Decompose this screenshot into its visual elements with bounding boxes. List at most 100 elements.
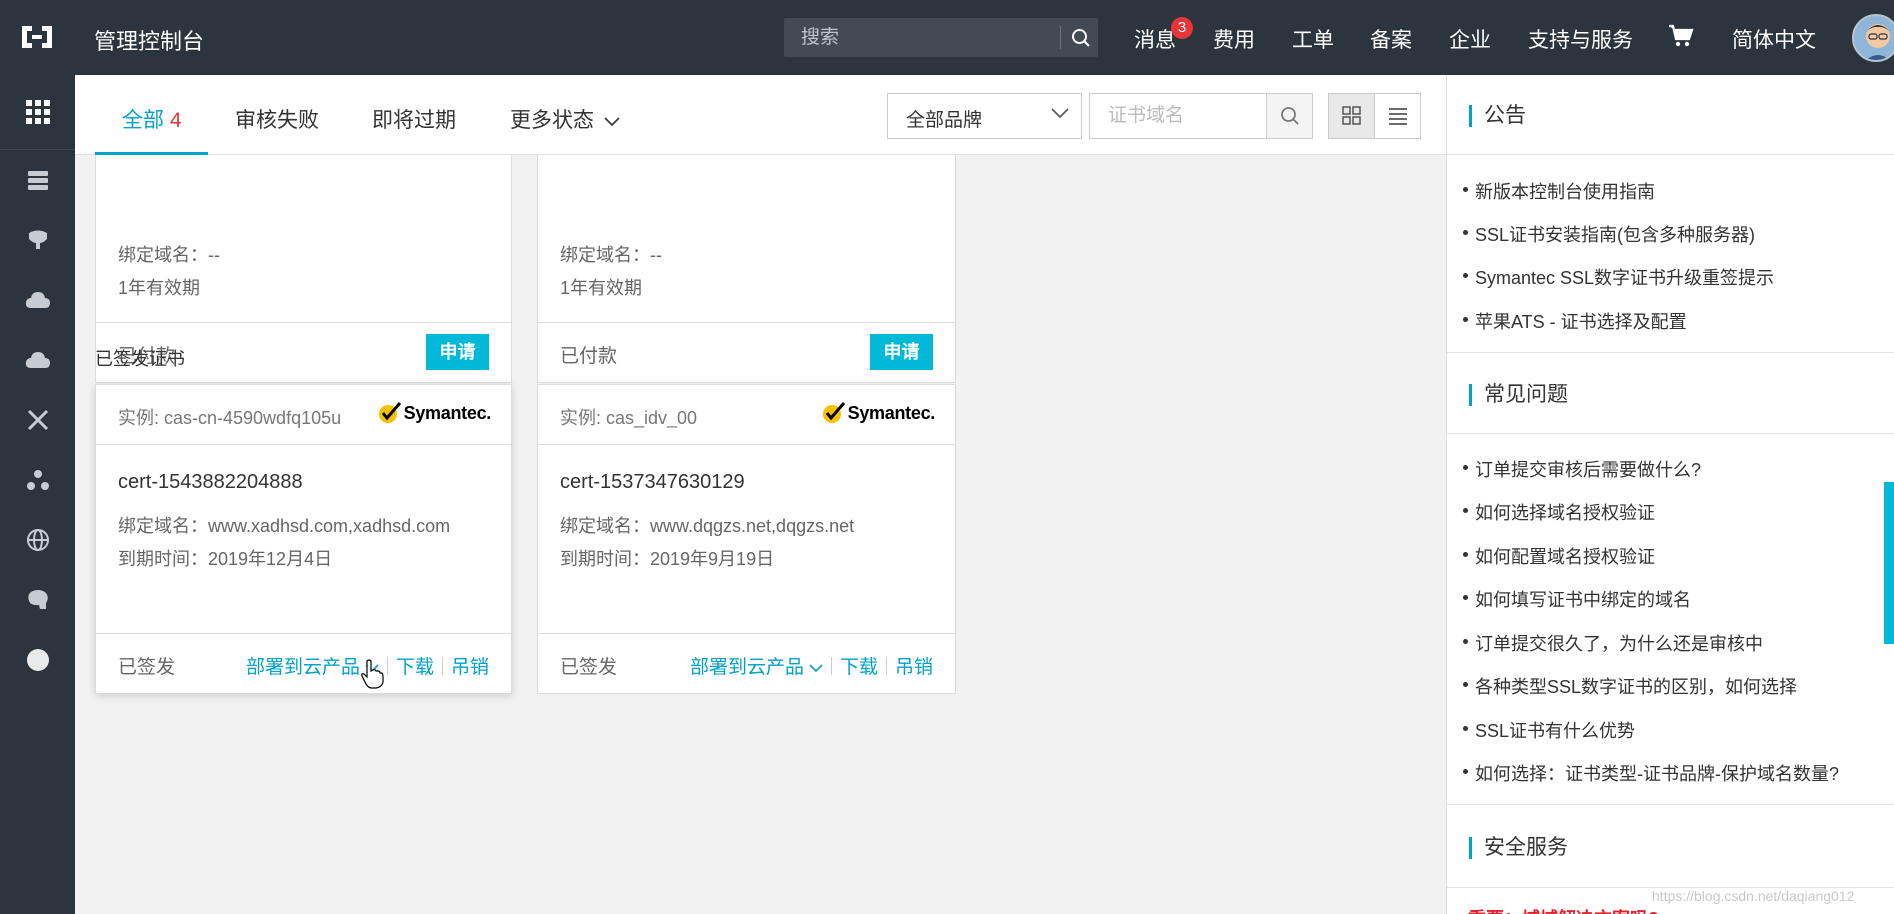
nav-tickets[interactable]: 工单 <box>1292 24 1334 54</box>
search-icon[interactable] <box>1064 18 1098 57</box>
action-divider <box>386 656 388 675</box>
deploy-to-cloud-link[interactable]: 部署到云产品 <box>690 652 823 679</box>
globe-icon[interactable] <box>24 526 52 554</box>
apply-button[interactable]: 申请 <box>870 334 933 370</box>
action-divider <box>885 656 887 675</box>
card-header: 实例: cas-cn-4590wdfq105u Symantec. <box>96 385 511 445</box>
faq-link[interactable]: 如何选择域名授权验证 <box>1463 499 1655 525</box>
aliyun-logo-icon[interactable] <box>18 22 56 52</box>
chevron-down-icon <box>1051 108 1069 119</box>
action-divider <box>441 656 443 675</box>
list-view-button[interactable] <box>1374 93 1421 139</box>
global-search <box>784 18 1098 57</box>
right-info-panel: 公告 新版本控制台使用指南 SSL证书安装指南(包含多种服务器) Symante… <box>1446 75 1894 914</box>
instance-id: 实例: cas-cn-4590wdfq105u <box>118 408 342 428</box>
card-footer: 已签发 部署到云产品 下载 吊销 <box>96 633 511 693</box>
chevron-down-icon <box>604 117 620 127</box>
announcement-link[interactable]: Symantec SSL数字证书升级重签提示 <box>1462 264 1774 290</box>
nav-enterprise[interactable]: 企业 <box>1449 24 1491 54</box>
announcements-title: 公告 <box>1469 105 1526 127</box>
filter-toolbar: 全部 4 审核失败 即将过期 更多状态 全部品牌 <box>75 75 1446 155</box>
issued-cert-card[interactable]: 实例: cas-cn-4590wdfq105u Symantec. cert-1… <box>95 384 512 694</box>
floating-feedback-tab[interactable] <box>1884 482 1894 644</box>
search-icon <box>1280 107 1299 125</box>
database-icon[interactable] <box>24 226 52 254</box>
nav-messages[interactable]: 消息 <box>1134 24 1176 54</box>
bound-domains: 绑定域名：www.dqgzs.net,dqgzs.net <box>560 516 855 536</box>
card-header: 实例: cas_idv_00 Symantec. <box>538 385 955 445</box>
faq-link[interactable]: 订单提交很久了，为什么还是审核中 <box>1463 630 1763 656</box>
announcement-link[interactable]: 苹果ATS - 证书选择及配置 <box>1463 308 1687 334</box>
faq-link[interactable]: 各种类型SSL数字证书的区别，如何选择 <box>1462 673 1797 699</box>
faq-link[interactable]: 如何填写证书中绑定的域名 <box>1463 586 1691 612</box>
left-sidebar <box>0 75 75 914</box>
faq-title: 常见问题 <box>1469 384 1568 406</box>
brand-select-value: 全部品牌 <box>906 110 983 131</box>
card-footer: 已签发 部署到云产品 下载 吊销 <box>538 633 955 693</box>
announcement-link[interactable]: SSL证书安装指南(包含多种服务器) <box>1462 221 1755 247</box>
top-bar: 管理控制台 消息 3 费用 工单 备案 企业 支持与服务 简体中文 <box>0 0 1894 75</box>
announcement-link[interactable]: 新版本控制台使用指南 <box>1463 178 1655 204</box>
download-link[interactable]: 下载 <box>840 652 878 679</box>
symantec-logo: Symantec. <box>378 401 491 425</box>
panel-divider <box>1447 154 1894 155</box>
tab-more-status[interactable]: 更多状态 <box>510 104 620 134</box>
user-avatar[interactable] <box>1852 14 1894 62</box>
security-teaser-link[interactable]: 重要：域域解决方案吗? <box>1468 905 1659 914</box>
issued-cert-card[interactable]: 实例: cas_idv_00 Symantec. cert-1537347630… <box>537 384 956 694</box>
main-content: 全部 4 审核失败 即将过期 更多状态 全部品牌 绑定域名：-- 1年有效期 已… <box>75 75 1446 914</box>
symantec-logo: Symantec. <box>822 401 935 425</box>
circle-icon[interactable] <box>24 646 52 674</box>
cloud-monitor-icon[interactable] <box>24 346 52 374</box>
card-status: 已付款 <box>560 346 618 367</box>
instance-id: 实例: cas_idv_00 <box>560 408 698 428</box>
download-link[interactable]: 下载 <box>396 652 434 679</box>
global-search-input[interactable] <box>784 18 1060 57</box>
nav-billing[interactable]: 费用 <box>1213 24 1255 54</box>
faq-link[interactable]: SSL证书有什么优势 <box>1462 717 1635 743</box>
network-icon[interactable] <box>24 406 52 434</box>
cloud-upload-icon[interactable] <box>24 286 52 314</box>
domain-search-button[interactable] <box>1266 93 1313 139</box>
tab-all[interactable]: 全部 4 <box>122 104 182 134</box>
cart-icon[interactable] <box>1668 24 1694 53</box>
panel-divider <box>1447 433 1894 434</box>
apps-grid-icon[interactable] <box>0 75 75 150</box>
nav-filing[interactable]: 备案 <box>1370 24 1412 54</box>
apply-button[interactable]: 申请 <box>426 334 489 370</box>
faq-link[interactable]: 订单提交审核后需要做什么? <box>1462 456 1701 482</box>
nav-support[interactable]: 支持与服务 <box>1528 24 1633 54</box>
card-actions: 部署到云产品 下载 吊销 <box>690 652 933 679</box>
bound-domains: 绑定域名：www.xadhsd.com,xadhsd.com <box>118 516 451 536</box>
faq-link[interactable]: 如何配置域名授权验证 <box>1463 543 1655 569</box>
panel-divider <box>1447 804 1894 805</box>
revoke-link[interactable]: 吊销 <box>895 652 933 679</box>
server-icon[interactable] <box>24 166 52 194</box>
cert-domain-input[interactable] <box>1089 93 1274 139</box>
cert-name: cert-1537347630129 <box>560 471 745 493</box>
brand-select[interactable]: 全部品牌 <box>887 93 1082 139</box>
pending-cert-card[interactable]: 绑定域名：-- 1年有效期 已付款 申请 <box>537 135 956 383</box>
tab-expiring-soon[interactable]: 即将过期 <box>372 104 456 134</box>
card-status: 已签发 <box>560 657 618 678</box>
issued-section-label: 已签发证书 <box>95 349 185 369</box>
brain-icon[interactable] <box>24 586 52 614</box>
card-status: 已签发 <box>118 657 176 678</box>
tab-review-failed[interactable]: 审核失败 <box>235 104 319 134</box>
nav-language[interactable]: 简体中文 <box>1732 24 1816 54</box>
revoke-link[interactable]: 吊销 <box>451 652 489 679</box>
app-title[interactable]: 管理控制台 <box>94 24 204 56</box>
faq-link[interactable]: 如何选择：证书类型-证书品牌-保护域名数量? <box>1463 760 1839 786</box>
card-domain-line: 绑定域名：-- <box>118 245 220 265</box>
expiry-date: 到期时间：2019年9月19日 <box>560 549 775 569</box>
card-footer: 已付款 申请 <box>538 322 955 382</box>
checkmark-icon <box>378 402 401 423</box>
message-count-badge: 3 <box>1171 17 1193 39</box>
nodes-icon[interactable] <box>24 466 52 494</box>
brand-name: Symantec. <box>847 402 936 423</box>
active-tab-indicator <box>95 152 208 155</box>
security-services-title: 安全服务 <box>1469 837 1568 859</box>
card-domain-line: 绑定域名：-- <box>560 245 662 265</box>
grid-view-button[interactable] <box>1328 93 1375 139</box>
tab-all-label: 全部 <box>122 109 164 132</box>
